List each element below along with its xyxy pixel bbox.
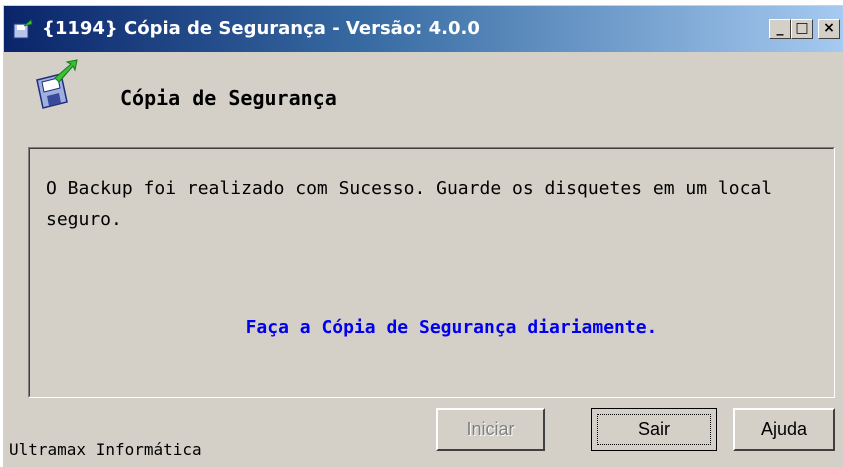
footer-company: Ultramax Informática (9, 440, 202, 459)
message-panel: O Backup foi realizado com Sucesso. Guar… (28, 147, 835, 398)
title-bar[interactable]: {1194} Cópia de Segurança - Versão: 4.0.… (4, 6, 843, 52)
maximize-button[interactable]: □ (791, 19, 813, 39)
window-title: {1194} Cópia de Segurança - Versão: 4.0.… (42, 18, 480, 39)
backup-dialog-window: {1194} Cópia de Segurança - Versão: 4.0.… (3, 5, 843, 467)
sair-button-label: Sair (637, 419, 670, 439)
backup-success-message: O Backup foi realizado com Sucesso. Guar… (46, 178, 773, 230)
ajuda-button-label: Ajuda (760, 419, 808, 439)
close-button[interactable]: × (818, 19, 840, 39)
app-icon (13, 19, 33, 39)
daily-backup-tip: Faça a Cópia de Segurança diariamente. (245, 317, 658, 338)
minimize-icon: _ (776, 20, 784, 36)
maximize-icon: □ (795, 20, 809, 36)
iniciar-button-label: Iniciar (466, 419, 515, 439)
floppy-disk-green-arrow-icon (36, 59, 78, 109)
ajuda-button[interactable]: Ajuda (733, 408, 835, 451)
iniciar-button[interactable]: Iniciar (436, 408, 545, 451)
sair-button[interactable]: Sair (591, 408, 717, 451)
close-icon: × (823, 20, 835, 36)
minimize-button[interactable]: _ (769, 19, 791, 39)
header-title: Cópia de Segurança (120, 86, 337, 110)
